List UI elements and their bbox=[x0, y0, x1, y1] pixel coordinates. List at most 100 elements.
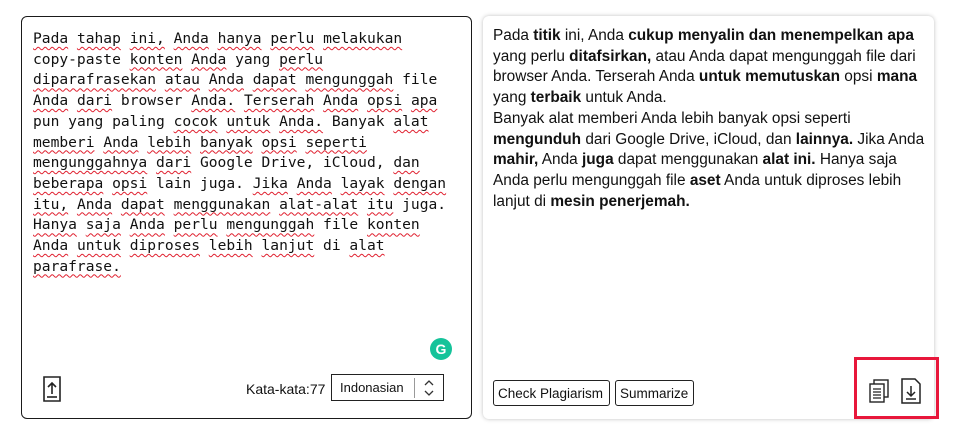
input-word: yang bbox=[68, 112, 104, 130]
input-word: lebih bbox=[147, 133, 192, 151]
output-bold-phrase: titik bbox=[533, 27, 561, 44]
output-bold-phrase: mana bbox=[876, 68, 918, 86]
input-word: alat bbox=[349, 237, 385, 255]
input-word: Jika bbox=[252, 174, 288, 192]
input-word: juga. bbox=[200, 174, 244, 192]
input-word: Anda. bbox=[279, 112, 324, 130]
input-word: memberi bbox=[33, 133, 95, 151]
input-word: dapat bbox=[120, 195, 165, 213]
input-word: dari bbox=[156, 154, 192, 172]
upload-button[interactable] bbox=[40, 375, 64, 403]
download-button[interactable] bbox=[899, 378, 923, 404]
input-word: Anda bbox=[129, 216, 165, 234]
input-word: perlu bbox=[279, 50, 324, 68]
input-word: parafrase. bbox=[33, 257, 121, 275]
word-count-label: Kata-kata: bbox=[246, 381, 310, 397]
input-word: dengan bbox=[393, 174, 447, 192]
input-word: dapat bbox=[252, 71, 297, 89]
input-word: Anda bbox=[76, 195, 113, 213]
input-word: diparafrasekan bbox=[33, 71, 157, 89]
input-word: banyak bbox=[200, 133, 253, 151]
input-word: itu, bbox=[33, 195, 69, 213]
input-word: konten bbox=[367, 216, 420, 234]
input-word: paling bbox=[112, 112, 165, 130]
input-word: melakukan bbox=[323, 30, 403, 47]
input-word: pun bbox=[33, 112, 60, 130]
input-textarea[interactable]: Pada tahap ini, Anda hanya perlu melakuk… bbox=[33, 29, 453, 277]
input-word: Google bbox=[199, 154, 253, 172]
input-word: Drive, bbox=[261, 154, 315, 172]
output-bold-phrase: mahir, bbox=[493, 151, 539, 169]
input-word: untuk bbox=[226, 112, 271, 130]
output-bold-phrase: ditafsirkan, bbox=[569, 47, 652, 65]
input-word: alat-alat bbox=[279, 195, 359, 213]
input-word: Anda bbox=[173, 30, 209, 47]
input-word: iCloud, bbox=[323, 154, 385, 172]
input-word: mengunggah bbox=[305, 71, 394, 89]
output-bold-phrase: juga bbox=[582, 151, 614, 169]
input-word: Hanya bbox=[33, 216, 77, 234]
output-bold-phrase: mesin penerjemah. bbox=[550, 192, 690, 210]
grammarly-icon[interactable]: G bbox=[430, 338, 452, 360]
input-word: lebih bbox=[208, 237, 253, 255]
input-word: diproses bbox=[129, 237, 200, 255]
input-word: seperti bbox=[305, 133, 367, 151]
input-word: di bbox=[323, 237, 341, 255]
input-word: opsi bbox=[261, 133, 297, 151]
output-bold-phrase: alat ini. bbox=[762, 151, 816, 169]
input-word: Banyak bbox=[331, 112, 385, 130]
output-bold-phrase: mengunduh bbox=[493, 130, 582, 148]
input-word: Anda bbox=[33, 92, 69, 110]
input-word: file bbox=[323, 216, 359, 234]
output-text: Pada titik ini, Anda cukup menyalin dan … bbox=[493, 27, 925, 210]
input-word: Anda bbox=[103, 133, 139, 151]
output-bold-phrase: terbaik bbox=[530, 89, 582, 107]
download-icon bbox=[901, 378, 921, 404]
output-panel: Pada titik ini, Anda cukup menyalin dan … bbox=[483, 16, 939, 419]
input-word: opsi bbox=[367, 92, 403, 110]
highlight-box bbox=[854, 357, 939, 419]
input-panel[interactable]: Pada tahap ini, Anda hanya perlu melakuk… bbox=[21, 16, 472, 419]
copy-icon bbox=[869, 379, 889, 403]
input-word: itu bbox=[366, 195, 394, 213]
input-word: cocok bbox=[173, 112, 218, 130]
input-word: perlu bbox=[270, 30, 315, 47]
output-bold-phrase: cukup menyalin dan menempelkan apa bbox=[628, 27, 914, 44]
input-word: copy-paste bbox=[33, 50, 121, 68]
input-word: dari bbox=[76, 92, 113, 110]
input-word: Anda bbox=[296, 174, 332, 192]
input-word: Pada bbox=[33, 30, 69, 47]
input-word: browser bbox=[120, 92, 183, 110]
input-word: konten bbox=[129, 50, 183, 68]
input-word: lain bbox=[156, 174, 192, 192]
input-word: saja bbox=[85, 216, 121, 234]
input-word: Anda bbox=[323, 92, 359, 110]
word-count: Kata-kata: 77 bbox=[246, 381, 325, 397]
input-word: juga. bbox=[402, 195, 447, 213]
input-word: atau bbox=[164, 71, 200, 89]
input-word: Anda bbox=[191, 50, 227, 68]
chevron-updown-icon bbox=[415, 379, 443, 397]
input-word: dan bbox=[393, 154, 420, 172]
input-word: menggunakan bbox=[173, 195, 271, 213]
check-plagiarism-button[interactable]: Check Plagiarism bbox=[493, 380, 610, 406]
input-word: mengunggah bbox=[226, 216, 315, 234]
output-bold-phrase: untuk memutuskan bbox=[698, 68, 841, 86]
input-word: lanjut bbox=[261, 237, 315, 255]
input-word: ini, bbox=[129, 30, 165, 47]
language-value: Indonasian bbox=[340, 380, 404, 395]
input-word: layak bbox=[340, 174, 385, 192]
input-word: yang bbox=[235, 50, 271, 68]
input-word: Anda bbox=[33, 237, 69, 255]
input-word: Anda bbox=[208, 71, 244, 89]
copy-button[interactable] bbox=[868, 378, 890, 404]
input-word: beberapa bbox=[33, 174, 104, 192]
input-word: tahap bbox=[76, 30, 121, 47]
input-word: alat bbox=[393, 112, 429, 130]
input-word: apa bbox=[410, 92, 438, 110]
input-word: untuk bbox=[76, 237, 121, 255]
input-word: hanya bbox=[217, 30, 262, 47]
summarize-button[interactable]: Summarize bbox=[615, 380, 694, 406]
language-select[interactable]: Indonasian bbox=[331, 374, 444, 401]
input-word: opsi bbox=[112, 174, 148, 192]
